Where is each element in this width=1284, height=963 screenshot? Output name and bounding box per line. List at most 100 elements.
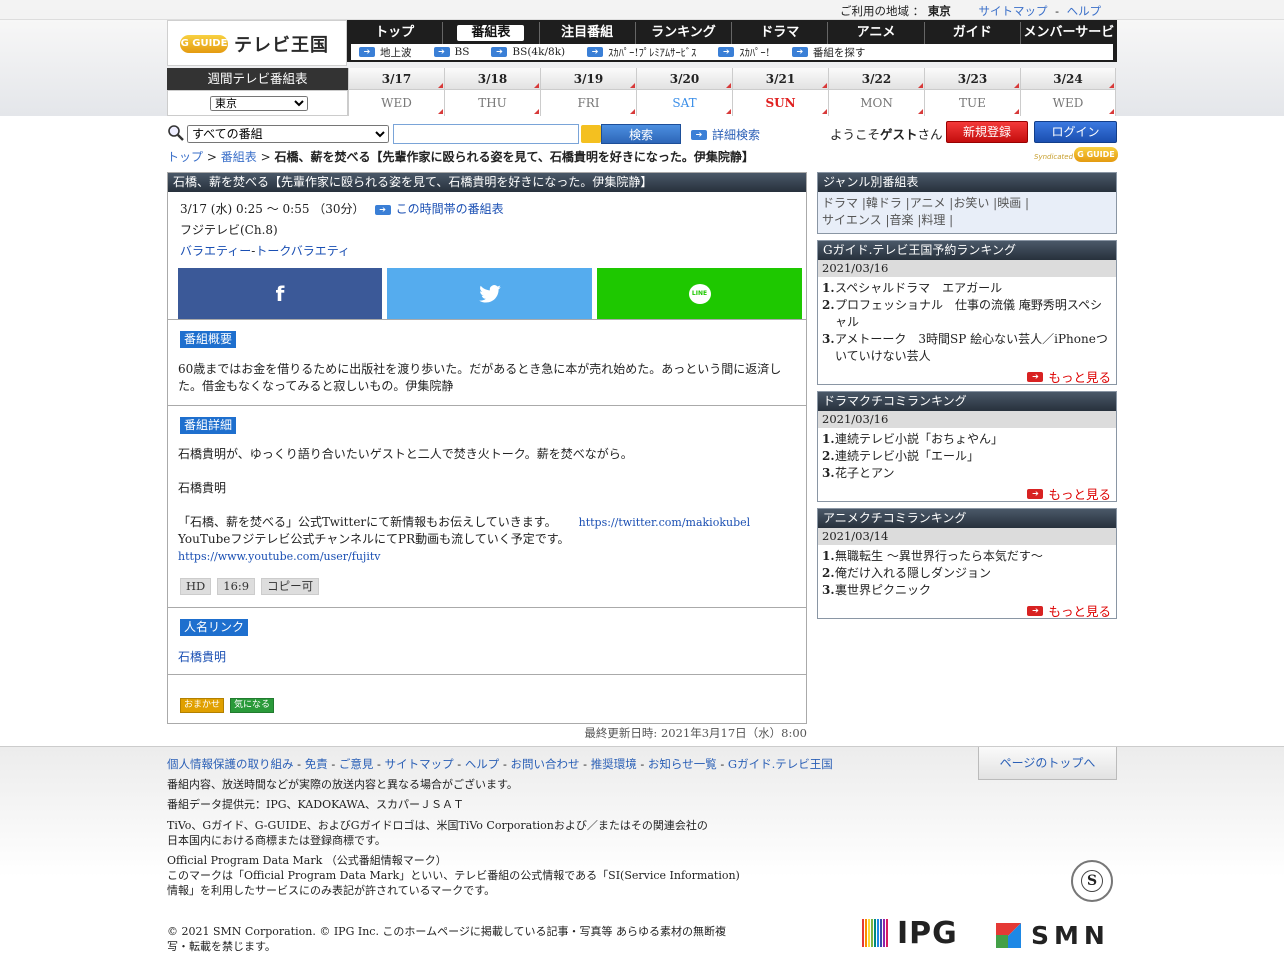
twitter-url-link[interactable]: https://twitter.com/makiokubel — [579, 516, 751, 529]
action-section: おまかせ 気になる — [168, 674, 806, 724]
ranking-item[interactable]: 2. 俺だけ入れる隠しダンジョン — [822, 565, 1112, 582]
genre-link-variety[interactable]: バラエティー — [180, 241, 251, 262]
area-select[interactable]: 東京 — [210, 96, 308, 111]
page-top-button[interactable]: ページのトップへ — [978, 747, 1117, 780]
global-nav: トップ 番組表 注目番組 ランキング ドラマ アニメ ガイド メンバーサービス … — [347, 20, 1117, 62]
footer-note-3: TiVo、Gガイド、G-GUIDE、およびGガイドロゴは、米国TiVo Corp… — [167, 819, 708, 847]
facebook-share-button[interactable]: f — [178, 268, 382, 320]
syndicated-gguide-logo: Syndicated G GUIDE — [1034, 147, 1118, 163]
top-utility-bar: ご利用の地域 ： 東京 サイトマップ - ヘルプ — [0, 0, 1284, 20]
genre-link-talk[interactable]: トークバラエティ — [255, 241, 350, 262]
sitemap-link[interactable]: サイトマップ — [978, 4, 1047, 18]
drama-ranking-title: ドラマクチコミランキング — [818, 392, 1116, 411]
footer-link-disclaimer[interactable]: 免責 — [305, 757, 328, 771]
day-3-23[interactable]: 3/23 TUE — [924, 68, 1020, 116]
timeslot-link[interactable]: この時間帯の番組表 — [396, 199, 504, 220]
person-link[interactable]: 石橋貴明 — [178, 649, 226, 666]
arrow-icon: ➔ — [374, 204, 391, 215]
arrow-icon: ➔ — [587, 47, 604, 57]
arrow-icon: ➔ — [1027, 488, 1044, 499]
subnav-skyperfect[interactable]: ➔ ｽｶﾊﾟｰ! — [718, 45, 770, 60]
day-3-19[interactable]: 3/19 FRI — [540, 68, 636, 116]
nav-anime[interactable]: アニメ — [828, 22, 925, 44]
twitter-share-button[interactable] — [387, 268, 592, 320]
genre-links[interactable]: ドラマ |韓ドラ |アニメ |お笑い |映画 | サイエンス |音楽 |料理 | — [818, 192, 1116, 232]
more-link[interactable]: ➔ もっと見る — [1027, 367, 1111, 386]
sub-nav: ➔ 地上波 ➔ BS ➔ BS(4k/8k) ➔ ｽｶﾊﾟｰ!ﾌﾟﾚﾐｱﾑｻｰﾋﾞｽ ➔… — [351, 44, 1113, 60]
line-share-button[interactable]: LINE — [597, 268, 802, 320]
footer-link-privacy[interactable]: 個人情報保護の取り組み — [167, 757, 294, 771]
ranking-item[interactable]: 1. 無職転生 ～異世界行ったら本気だす～ — [822, 548, 1112, 565]
people-tag: 人名リンク — [180, 619, 249, 636]
weekly-title: 週間テレビ番組表 — [167, 68, 348, 90]
summary-text: 60歳まではお金を借りるために出版社を渡り歩いた。だがあるとき急に本が売れ始めた… — [178, 362, 782, 393]
reserve-ranking-box: Gガイド.テレビ王国予約ランキング 2021/03/16 1. スペシャルドラマ … — [817, 240, 1117, 385]
summary-section: 番組概要 60歳まではお金を借りるために出版社を渡り歩いた。だがあるとき急に本が… — [168, 319, 806, 406]
footer-link-feedback[interactable]: ご意見 — [339, 757, 374, 771]
day-3-18[interactable]: 3/18 THU — [444, 68, 540, 116]
youtube-url-link[interactable]: https://www.youtube.com/user/fujitv — [178, 550, 381, 563]
nav-ranking[interactable]: ランキング — [636, 22, 733, 44]
magnifier-icon — [168, 125, 184, 141]
footer-link-sitemap[interactable]: サイトマップ — [385, 757, 454, 771]
search-category-select[interactable]: すべての番組 — [187, 125, 389, 143]
anime-ranking-box: アニメクチコミランキング 2021/03/14 1. 無職転生 ～異世界行ったら本… — [817, 508, 1117, 619]
kininaru-button[interactable]: 気になる — [230, 698, 275, 713]
subnav-terrestrial[interactable]: ➔ 地上波 — [359, 45, 412, 60]
nav-guide[interactable]: ガイド — [925, 22, 1021, 44]
help-link[interactable]: ヘルプ — [1067, 4, 1102, 18]
footer-link-env[interactable]: 推奨環境 — [591, 757, 637, 771]
nav-featured[interactable]: 注目番組 — [540, 22, 636, 44]
genre-schedule-box: ジャンル別番組表 ドラマ |韓ドラ |アニメ |お笑い |映画 | サイエンス |… — [817, 172, 1117, 234]
day-3-24[interactable]: 3/24 WED — [1020, 68, 1116, 116]
detail-text-1: 石橋貴明が、ゆっくり語り合いたいゲストと二人で焚き火トーク。薪を焚べながら。 — [178, 447, 633, 461]
search-input[interactable] — [393, 124, 579, 144]
footer-link-help[interactable]: ヘルプ — [465, 757, 500, 771]
drama-ranking-box: ドラマクチコミランキング 2021/03/16 1. 連続テレビ小説「おちょやん」… — [817, 391, 1117, 502]
detail-tag: 番組詳細 — [180, 417, 237, 434]
footer-copyright: © 2021 SMN Corporation. © IPG Inc. このホーム… — [167, 925, 727, 953]
footer-link-contact[interactable]: お問い合わせ — [511, 757, 580, 771]
badge-hd: HD — [180, 578, 212, 595]
ranking-item[interactable]: 3. 裏世界ピクニック — [822, 582, 1112, 599]
subnav-skyperfect-premium[interactable]: ➔ ｽｶﾊﾟｰ!ﾌﾟﾚﾐｱﾑｻｰﾋﾞｽ — [587, 45, 696, 60]
subnav-bs[interactable]: ➔ BS — [433, 46, 469, 58]
ranking-item[interactable]: 3. 花子とアン — [822, 465, 1112, 482]
omakase-button[interactable]: おまかせ — [180, 698, 225, 713]
ranking-item[interactable]: 3. アメトーーク 3時間SP 絵心ない芸人／iPhoneついていけない芸人 — [822, 331, 1112, 365]
facebook-icon: f — [275, 282, 285, 306]
ranking-item[interactable]: 2. プロフェッショナル 仕事の流儀 庵野秀明スペシャル — [822, 297, 1112, 331]
nav-drama[interactable]: ドラマ — [732, 22, 829, 44]
footer: 個人情報保護の取り組み - 免責 - ご意見 - サイトマップ - ヘルプ - … — [0, 746, 1284, 963]
nav-schedule[interactable]: 番組表 — [443, 22, 540, 44]
register-button[interactable]: 新規登録 — [946, 121, 1028, 143]
day-3-22[interactable]: 3/22 MON — [828, 68, 924, 116]
more-link[interactable]: ➔ もっと見る — [1027, 601, 1111, 620]
advanced-search-link[interactable]: ➔ 詳細検索 — [691, 126, 760, 143]
day-3-21[interactable]: 3/21 SUN — [732, 68, 828, 116]
ranking-item[interactable]: 2. 連続テレビ小説「エール」 — [822, 448, 1112, 465]
breadcrumb-top[interactable]: トップ — [167, 150, 203, 164]
ranking-item[interactable]: 1. 連続テレビ小説「おちょやん」 — [822, 431, 1112, 448]
more-link[interactable]: ➔ もっと見る — [1027, 484, 1111, 503]
nav-top[interactable]: トップ — [347, 22, 444, 44]
breadcrumb-schedule[interactable]: 番組表 — [221, 150, 257, 164]
site-logo[interactable]: G GUIDE テレビ王国 — [167, 20, 347, 66]
day-3-20[interactable]: 3/20 SAT — [636, 68, 732, 116]
program-channel: フジテレビ(Ch.8) — [180, 223, 278, 237]
subnav-find-program[interactable]: ➔ 番組を探す — [791, 45, 865, 60]
program-time: 3/17 (水) 0:25 ～ 0:55 （30分） — [180, 202, 365, 216]
search-button[interactable]: 検索 — [601, 124, 681, 144]
nav-member[interactable]: メンバーサービス — [1021, 22, 1117, 62]
footer-note-2: 番組データ提供元：IPG、KADOKAWA、スカパーＪＳＡＴ — [167, 798, 465, 811]
login-button[interactable]: ログイン — [1034, 121, 1117, 143]
separator: - — [1055, 4, 1060, 18]
welcome-text: ようこそゲストさん — [830, 127, 943, 142]
subnav-bs4k[interactable]: ➔ BS(4k/8k) — [491, 46, 565, 58]
footer-link-home[interactable]: Gガイド.テレビ王国 — [728, 757, 833, 771]
ranking-item[interactable]: 1. スペシャルドラマ エアガール — [822, 280, 1112, 297]
format-badges: HD 16:9 コピー可 — [180, 578, 325, 595]
anime-ranking-title: アニメクチコミランキング — [818, 509, 1116, 528]
day-3-17[interactable]: 3/17 WED — [348, 68, 444, 116]
footer-link-news[interactable]: お知らせ一覧 — [648, 757, 717, 771]
